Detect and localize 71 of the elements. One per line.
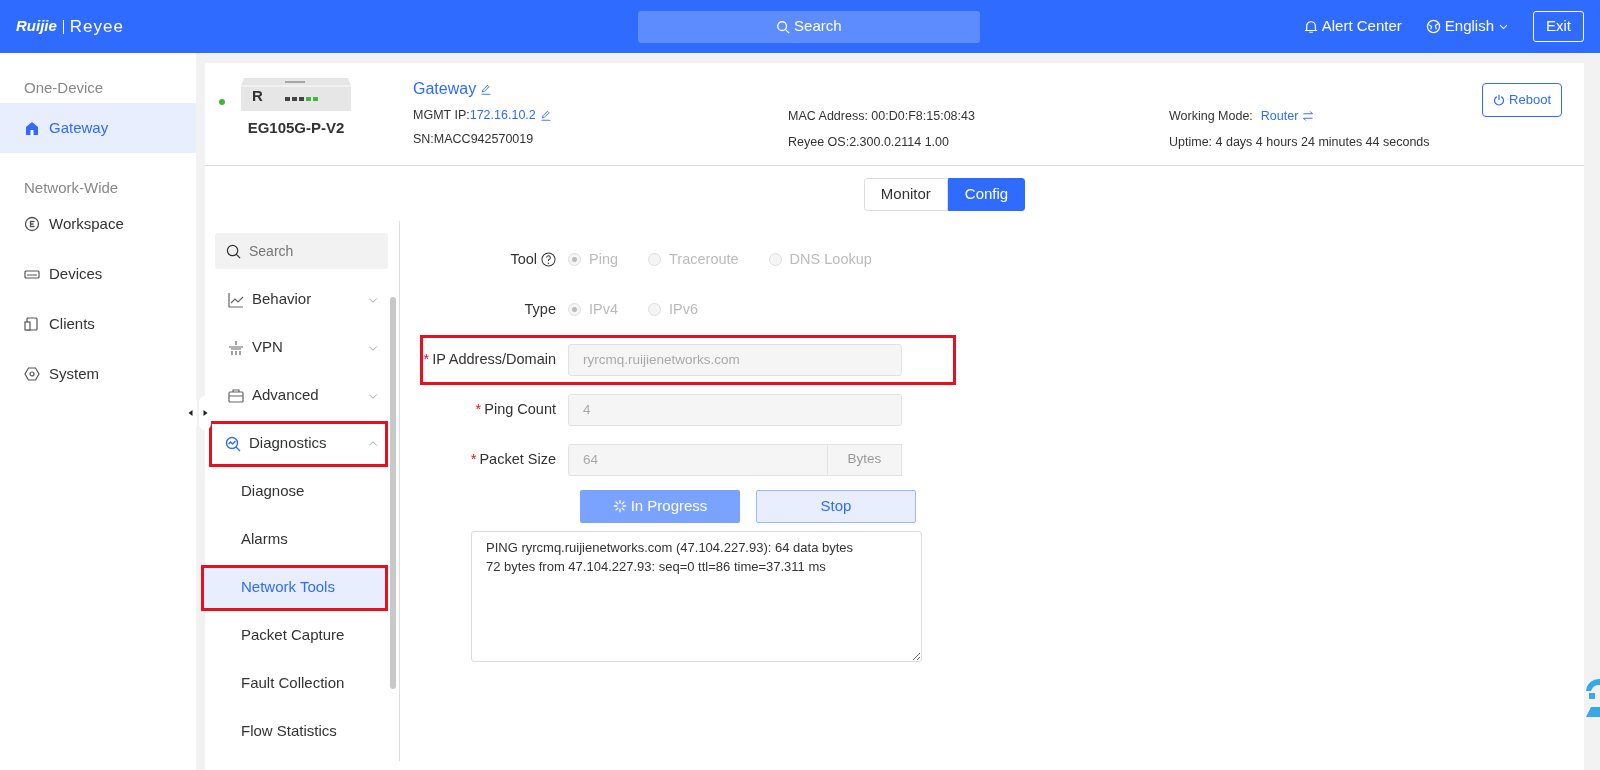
submenu-item[interactable]: Network Tools: [201, 564, 388, 611]
os-version: Reyee OS:2.300.0.2114 1.00: [788, 133, 950, 151]
section-heading: Network-Wide: [23, 178, 120, 198]
field-label: Tool: [510, 249, 537, 269]
power-icon: [1493, 93, 1506, 106]
diagnostics-icon[interactable]: [225, 435, 241, 452]
working-mode-label: Working Mode:: [1169, 108, 1253, 125]
submenu-item[interactable]: Fault Collection: [205, 660, 388, 707]
section-heading: One-Device: [23, 78, 105, 98]
field-label: Ping Count: [484, 399, 556, 419]
reboot-button[interactable]: Reboot: [1482, 83, 1562, 117]
radio-label: IPv6: [669, 299, 699, 319]
hexagon-icon: [24, 366, 40, 382]
language-dropdown[interactable]: English: [1425, 15, 1509, 38]
radio-label: DNS Lookup: [789, 249, 872, 269]
brand-logo: Ruijie: [16, 16, 57, 37]
search-button[interactable]: Search: [637, 10, 980, 43]
product-logo: Reyee: [69, 15, 124, 38]
radio-label: IPv4: [589, 299, 618, 319]
search-icon: [226, 243, 241, 259]
serial-number: SN:MACC942570019: [413, 130, 535, 148]
mgmt-ip-label: MGMT IP:: [413, 107, 470, 124]
unit-addon: Bytes: [828, 443, 902, 476]
device-name[interactable]: Gateway: [413, 77, 477, 101]
spinner-icon: [612, 499, 627, 513]
sidebar-item[interactable]: Clients: [0, 299, 196, 349]
device-label: R: [252, 88, 263, 103]
bell-icon: [1303, 19, 1318, 34]
radio-label: Traceroute: [669, 249, 739, 269]
field-label: Packet Size: [479, 449, 556, 469]
search-icon: [776, 19, 791, 34]
home-icon: [24, 120, 40, 136]
clients-icon: [24, 316, 40, 332]
submenu-item[interactable]: Packet Capture: [205, 612, 388, 659]
caret-left-icon: [187, 408, 195, 417]
field-label: IP Address/Domain: [432, 349, 556, 369]
menu-item[interactable]: Diagnostics: [209, 420, 388, 467]
field-label: Type: [524, 299, 556, 319]
edit-icon[interactable]: [480, 83, 493, 95]
globe-icon: [1425, 19, 1441, 34]
working-mode-link[interactable]: Router: [1260, 107, 1315, 126]
uptime: Uptime: 4 days 4 hours 24 minutes 44 seconds: [1169, 133, 1431, 151]
sidebar-item[interactable]: Workspace: [0, 199, 196, 249]
device-model: EG105G-P-V2: [247, 118, 345, 138]
submenu-item[interactable]: Flow Statistics: [205, 708, 388, 755]
menu-item[interactable]: Advanced: [219, 372, 388, 419]
submenu-item[interactable]: Diagnose: [205, 468, 388, 515]
switch-arrows-icon: [1302, 110, 1315, 123]
mgmt-ip-link[interactable]: 172.16.10.2: [469, 106, 536, 125]
search-field[interactable]: Search: [215, 232, 388, 269]
sidebar-item[interactable]: Devices: [0, 249, 196, 299]
menu-item[interactable]: Behavior: [219, 276, 388, 323]
caret-right-icon: [201, 408, 209, 417]
required-asterisk: *: [475, 399, 482, 419]
mac-address: MAC Address: 00:D0:F8:15:08:43: [788, 108, 976, 125]
exit-button[interactable]: Exit: [1533, 11, 1584, 42]
required-asterisk: *: [470, 449, 477, 469]
sidebar-item[interactable]: Gateway: [0, 103, 196, 153]
vpn-icon[interactable]: [228, 339, 244, 356]
alert-center-link[interactable]: Alert Center: [1303, 15, 1402, 38]
chart-icon[interactable]: [228, 291, 244, 308]
view-tab[interactable]: Monitor: [863, 178, 948, 211]
menu-item[interactable]: VPN: [219, 324, 388, 371]
briefcase-icon[interactable]: [228, 387, 244, 404]
sidebar-item[interactable]: System: [0, 349, 196, 399]
submenu-item[interactable]: Alarms: [205, 516, 388, 563]
circle-e-icon: [24, 216, 40, 232]
radio-label: Ping: [589, 249, 619, 269]
edit-icon[interactable]: [539, 109, 552, 122]
view-tab[interactable]: Config: [947, 178, 1026, 211]
scrollbar[interactable]: [390, 296, 396, 689]
